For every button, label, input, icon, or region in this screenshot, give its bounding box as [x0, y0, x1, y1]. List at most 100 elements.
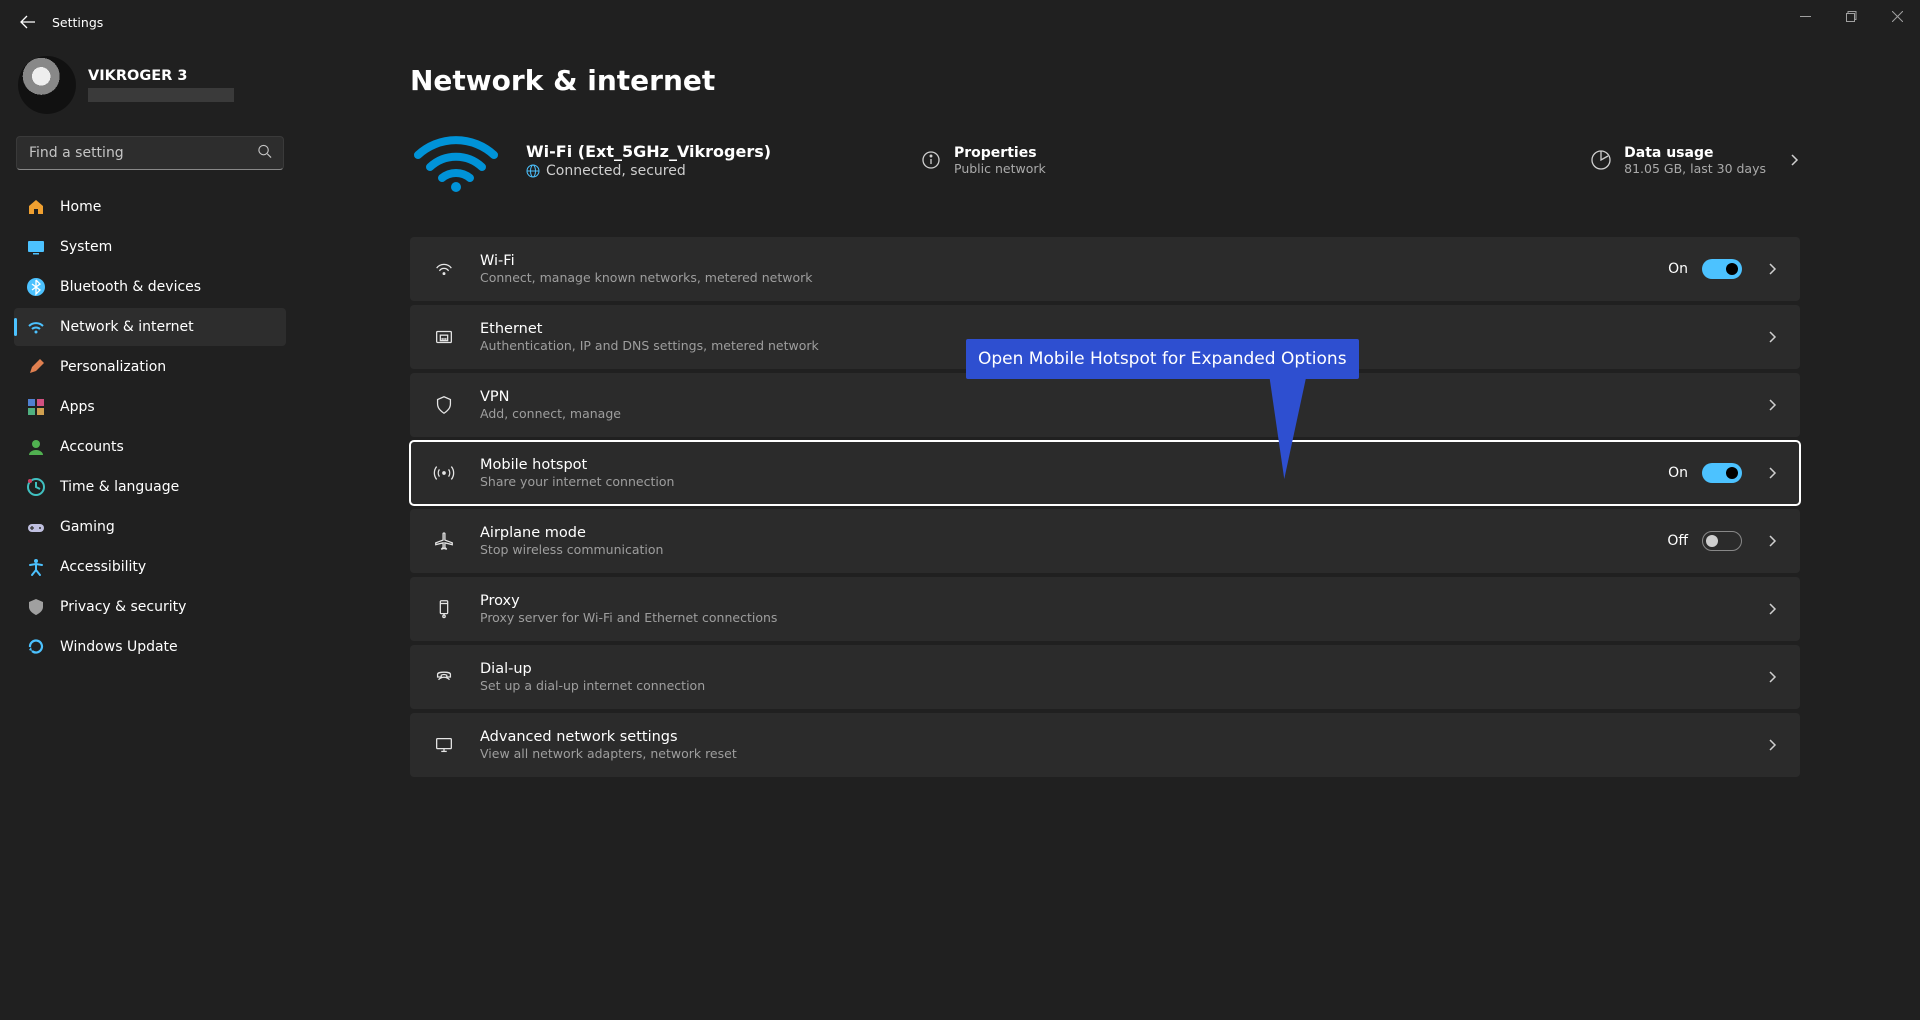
sidebar-item-label: Accessibility — [60, 559, 146, 575]
sidebar-item-bluetooth[interactable]: Bluetooth & devices — [14, 268, 286, 306]
person-icon — [26, 437, 46, 457]
chevron-right-icon — [1766, 464, 1778, 483]
monitor-icon — [430, 734, 458, 756]
annotation-text: Open Mobile Hotspot for Expanded Options — [978, 349, 1347, 369]
card-subtitle: View all network adapters, network reset — [480, 746, 1756, 761]
chevron-right-icon — [1766, 260, 1778, 279]
card-title: Mobile hotspot — [480, 457, 1668, 473]
sidebar-item-label: Apps — [60, 399, 95, 415]
card-title: Dial-up — [480, 661, 1756, 677]
chevron-right-icon — [1788, 151, 1800, 170]
sidebar-item-person[interactable]: Accounts — [14, 428, 286, 466]
back-button[interactable] — [18, 12, 38, 32]
system-icon — [26, 237, 46, 257]
sidebar-item-clock[interactable]: Time & language — [14, 468, 286, 506]
toggle-state-label: On — [1668, 261, 1688, 277]
card-hotspot[interactable]: Mobile hotspotShare your internet connec… — [410, 441, 1800, 505]
maximize-icon — [1846, 11, 1857, 22]
hotspot-icon — [430, 462, 458, 484]
card-subtitle: Stop wireless communication — [480, 542, 1667, 557]
globe-icon — [526, 164, 540, 178]
home-icon — [26, 197, 46, 217]
network-status-row: Wi-Fi (Ext_5GHz_Vikrogers) Connected, se… — [410, 125, 1800, 195]
sidebar-item-apps[interactable]: Apps — [14, 388, 286, 426]
chevron-right-icon — [1766, 396, 1778, 415]
card-adv[interactable]: Advanced network settingsView all networ… — [410, 713, 1800, 777]
toggle-state-label: On — [1668, 465, 1688, 481]
card-title: Airplane mode — [480, 525, 1667, 541]
window-minimize-button[interactable] — [1782, 0, 1828, 32]
info-icon — [920, 149, 942, 171]
user-profile[interactable]: VIKROGER 3 — [14, 54, 286, 130]
window-maximize-button[interactable] — [1828, 0, 1874, 32]
card-title: Advanced network settings — [480, 729, 1756, 745]
shield-icon — [430, 394, 458, 416]
data-usage-sub: 81.05 GB, last 30 days — [1624, 161, 1766, 176]
properties-sub: Public network — [954, 161, 1046, 176]
data-usage-link[interactable]: Data usage 81.05 GB, last 30 days — [1590, 145, 1800, 176]
wifi-toggle[interactable] — [1702, 259, 1742, 279]
sidebar-item-label: Time & language — [60, 479, 179, 495]
user-name: VIKROGER 3 — [88, 68, 234, 84]
update-icon — [26, 637, 46, 657]
clock-icon — [26, 477, 46, 497]
card-subtitle: Connect, manage known networks, metered … — [480, 270, 1668, 285]
data-usage-label: Data usage — [1624, 145, 1766, 161]
minimize-icon — [1800, 11, 1811, 22]
accessibility-icon — [26, 557, 46, 577]
sidebar-item-brush[interactable]: Personalization — [14, 348, 286, 386]
wifi-icon — [26, 317, 46, 337]
hotspot-toggle[interactable] — [1702, 463, 1742, 483]
sidebar-item-update[interactable]: Windows Update — [14, 628, 286, 666]
air-toggle[interactable] — [1702, 531, 1742, 551]
card-title: Ethernet — [480, 321, 1756, 337]
properties-link[interactable]: Properties Public network — [920, 145, 1046, 176]
card-dial[interactable]: Dial-upSet up a dial-up internet connect… — [410, 645, 1800, 709]
page-title: Network & internet — [410, 64, 1800, 97]
card-proxy[interactable]: ProxyProxy server for Wi-Fi and Ethernet… — [410, 577, 1800, 641]
search-input[interactable] — [16, 136, 284, 170]
chevron-right-icon — [1766, 736, 1778, 755]
sidebar-item-label: System — [60, 239, 112, 255]
bluetooth-icon — [26, 277, 46, 297]
brush-icon — [26, 357, 46, 377]
card-title: Wi-Fi — [480, 253, 1668, 269]
titlebar: Settings — [0, 0, 1920, 44]
ethernet-icon — [430, 326, 458, 348]
card-title: Proxy — [480, 593, 1756, 609]
shield-icon — [26, 597, 46, 617]
sidebar-item-gamepad[interactable]: Gaming — [14, 508, 286, 546]
sidebar-item-label: Windows Update — [60, 639, 178, 655]
sidebar-item-accessibility[interactable]: Accessibility — [14, 548, 286, 586]
dialup-icon — [430, 666, 458, 688]
gamepad-icon — [26, 517, 46, 537]
proxy-icon — [430, 598, 458, 620]
sidebar-item-home[interactable]: Home — [14, 188, 286, 226]
back-arrow-icon — [20, 14, 36, 30]
card-title: VPN — [480, 389, 1756, 405]
close-icon — [1892, 11, 1903, 22]
chevron-right-icon — [1766, 532, 1778, 551]
search-icon — [257, 144, 272, 163]
card-wifi[interactable]: Wi-FiConnect, manage known networks, met… — [410, 237, 1800, 301]
chevron-right-icon — [1766, 668, 1778, 687]
card-subtitle: Share your internet connection — [480, 474, 1668, 489]
apps-icon — [26, 397, 46, 417]
wifi-large-icon — [410, 125, 502, 195]
sidebar-item-label: Home — [60, 199, 101, 215]
card-vpn[interactable]: VPNAdd, connect, manage — [410, 373, 1800, 437]
toggle-state-label: Off — [1667, 533, 1688, 549]
sidebar-item-system[interactable]: System — [14, 228, 286, 266]
card-subtitle: Add, connect, manage — [480, 406, 1756, 421]
sidebar-item-wifi[interactable]: Network & internet — [14, 308, 286, 346]
app-title: Settings — [52, 15, 103, 30]
sidebar-item-shield[interactable]: Privacy & security — [14, 588, 286, 626]
chevron-right-icon — [1766, 600, 1778, 619]
main-content: Network & internet Wi-Fi (Ext_5GHz_Vikro… — [300, 44, 1920, 1020]
card-air[interactable]: Airplane modeStop wireless communication… — [410, 509, 1800, 573]
connection-name: Wi-Fi (Ext_5GHz_Vikrogers) — [526, 142, 896, 161]
annotation-callout: Open Mobile Hotspot for Expanded Options — [966, 339, 1359, 379]
sidebar: VIKROGER 3 Home System Bluetooth & devices… — [0, 44, 300, 1020]
window-close-button[interactable] — [1874, 0, 1920, 32]
connection-state: Connected, secured — [546, 163, 686, 179]
